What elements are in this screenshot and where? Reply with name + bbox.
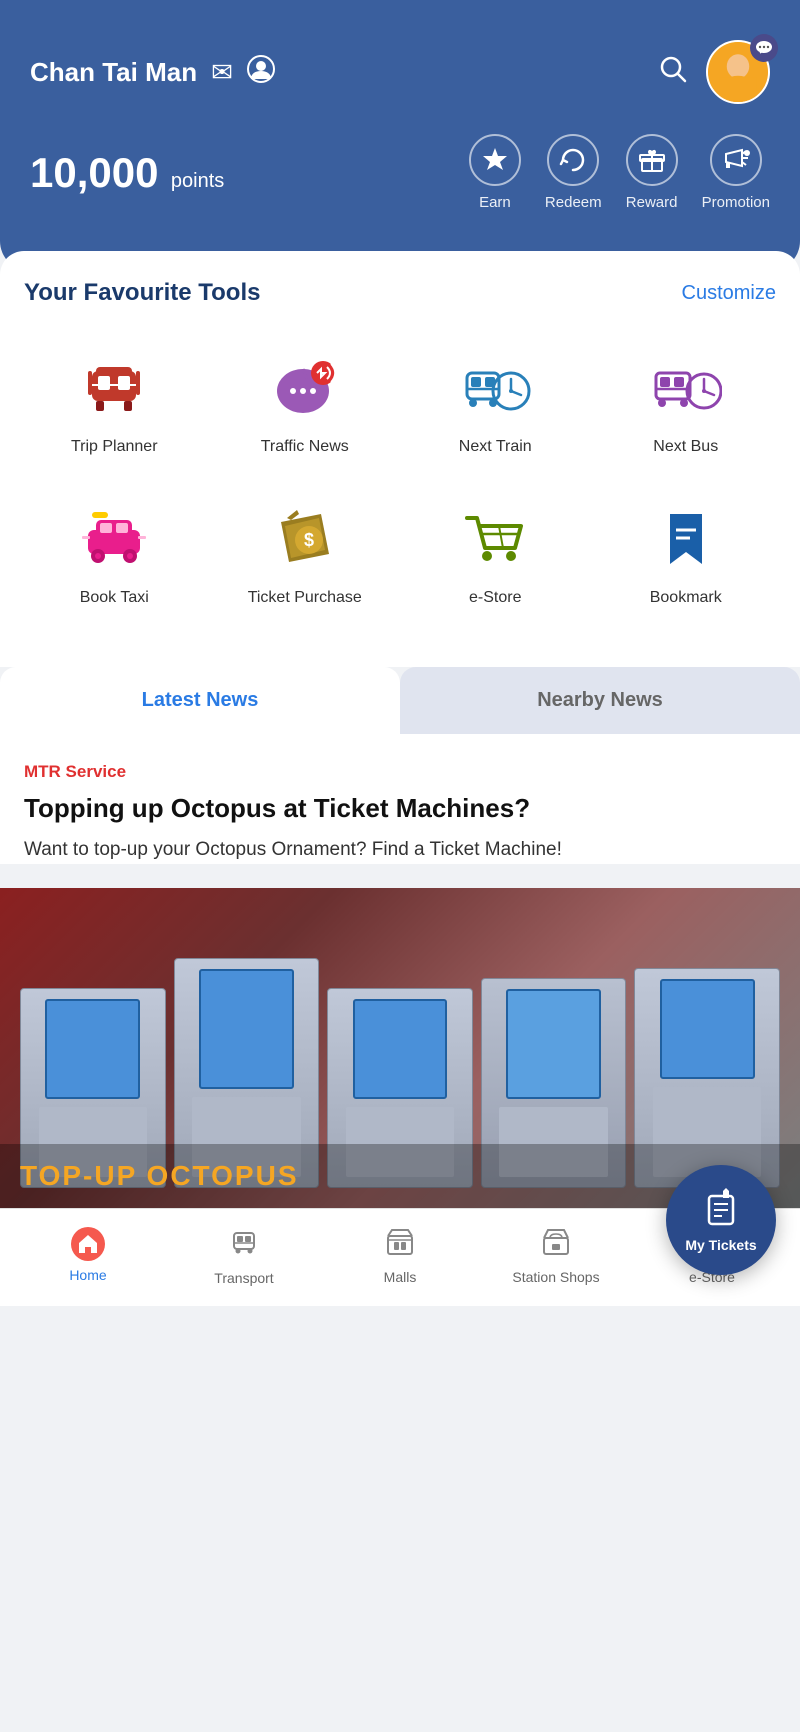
next-bus-icon: [646, 347, 726, 427]
e-store-label: e-Store: [469, 588, 521, 609]
tool-e-store[interactable]: e-Store: [405, 488, 586, 619]
traffic-news-icon: [265, 347, 345, 427]
tools-section: Your Favourite Tools Customize Trip Plan…: [0, 251, 800, 667]
news-category: MTR Service: [24, 762, 776, 782]
transport-icon: [228, 1225, 260, 1264]
tools-grid: Trip Planner Traffic News: [24, 337, 776, 619]
bookmark-icon: [646, 498, 726, 578]
redeem-icon: [547, 134, 599, 186]
promotion-label: Promotion: [702, 194, 770, 211]
redeem-label: Redeem: [545, 194, 602, 211]
tool-next-train[interactable]: Next Train: [405, 337, 586, 468]
tool-traffic-news[interactable]: Traffic News: [215, 337, 396, 468]
traffic-news-label: Traffic News: [261, 437, 349, 458]
quick-action-earn[interactable]: Earn: [469, 134, 521, 211]
quick-action-redeem[interactable]: Redeem: [545, 134, 602, 211]
tab-nearby-news[interactable]: Nearby News: [400, 667, 800, 734]
reward-icon: [626, 134, 678, 186]
svg-text:$: $: [304, 530, 314, 550]
news-image: TOP-UP OCTOPUS: [0, 888, 800, 1208]
customize-link[interactable]: Customize: [682, 282, 776, 305]
avatar[interactable]: [706, 40, 770, 104]
quick-actions: Earn Redeem: [469, 134, 770, 211]
tool-next-bus[interactable]: Next Bus: [596, 337, 777, 468]
next-train-icon: [455, 347, 535, 427]
header: Chan Tai Man ✉: [0, 0, 800, 271]
home-icon: [71, 1227, 105, 1261]
news-tabs: Latest News Nearby News: [0, 667, 800, 734]
next-train-label: Next Train: [459, 437, 532, 458]
ticket-purchase-label: Ticket Purchase: [248, 588, 362, 609]
trip-planner-icon: [74, 347, 154, 427]
tool-bookmark[interactable]: Bookmark: [596, 488, 777, 619]
bookmark-label: Bookmark: [650, 588, 722, 609]
points-number: 10,000: [30, 149, 158, 196]
search-icon[interactable]: [658, 54, 688, 91]
nav-malls-label: Malls: [384, 1269, 417, 1285]
news-image-text: TOP-UP OCTOPUS: [20, 1160, 780, 1192]
ticket-purchase-icon: $: [265, 498, 345, 578]
book-taxi-label: Book Taxi: [80, 588, 149, 609]
tool-trip-planner[interactable]: Trip Planner: [24, 337, 205, 468]
nav-malls[interactable]: Malls: [322, 1226, 478, 1285]
news-subtitle: Want to top-up your Octopus Ornament? Fi…: [24, 837, 776, 864]
nav-home-label: Home: [69, 1267, 106, 1283]
trip-planner-label: Trip Planner: [71, 437, 158, 458]
quick-action-promotion[interactable]: Promotion: [702, 134, 770, 211]
user-name: Chan Tai Man: [30, 57, 197, 88]
my-tickets-icon: [701, 1186, 741, 1231]
book-taxi-icon: [74, 498, 154, 578]
nav-station-shops-label: Station Shops: [512, 1269, 599, 1285]
nav-transport[interactable]: Transport: [166, 1225, 322, 1286]
reward-label: Reward: [626, 194, 678, 211]
bottom-nav: Home Transport Malls: [0, 1208, 800, 1306]
nav-transport-label: Transport: [214, 1270, 273, 1286]
promotion-icon: [710, 134, 762, 186]
nav-home[interactable]: Home: [10, 1227, 166, 1283]
points-label: points: [171, 170, 224, 192]
tool-ticket-purchase[interactable]: $ Ticket Purchase: [215, 488, 396, 619]
malls-icon: [384, 1226, 416, 1263]
earn-icon: [469, 134, 521, 186]
next-bus-label: Next Bus: [653, 437, 718, 458]
e-store-icon: [455, 498, 535, 578]
tab-latest-news[interactable]: Latest News: [0, 667, 400, 734]
quick-action-reward[interactable]: Reward: [626, 134, 678, 211]
my-tickets-label: My Tickets: [685, 1237, 756, 1253]
my-tickets-fab[interactable]: My Tickets: [666, 1165, 776, 1275]
news-content: MTR Service Topping up Octopus at Ticket…: [0, 734, 800, 864]
profile-icon[interactable]: [247, 55, 275, 90]
station-shops-icon: [540, 1226, 572, 1263]
message-icon[interactable]: ✉: [211, 57, 233, 88]
tools-title: Your Favourite Tools: [24, 279, 260, 307]
earn-label: Earn: [479, 194, 511, 211]
nav-station-shops[interactable]: Station Shops: [478, 1226, 634, 1285]
tool-book-taxi[interactable]: Book Taxi: [24, 488, 205, 619]
chat-bubble-badge: [750, 34, 778, 62]
news-title: Topping up Octopus at Ticket Machines?: [24, 792, 776, 826]
points-section: 10,000 points: [30, 149, 224, 197]
